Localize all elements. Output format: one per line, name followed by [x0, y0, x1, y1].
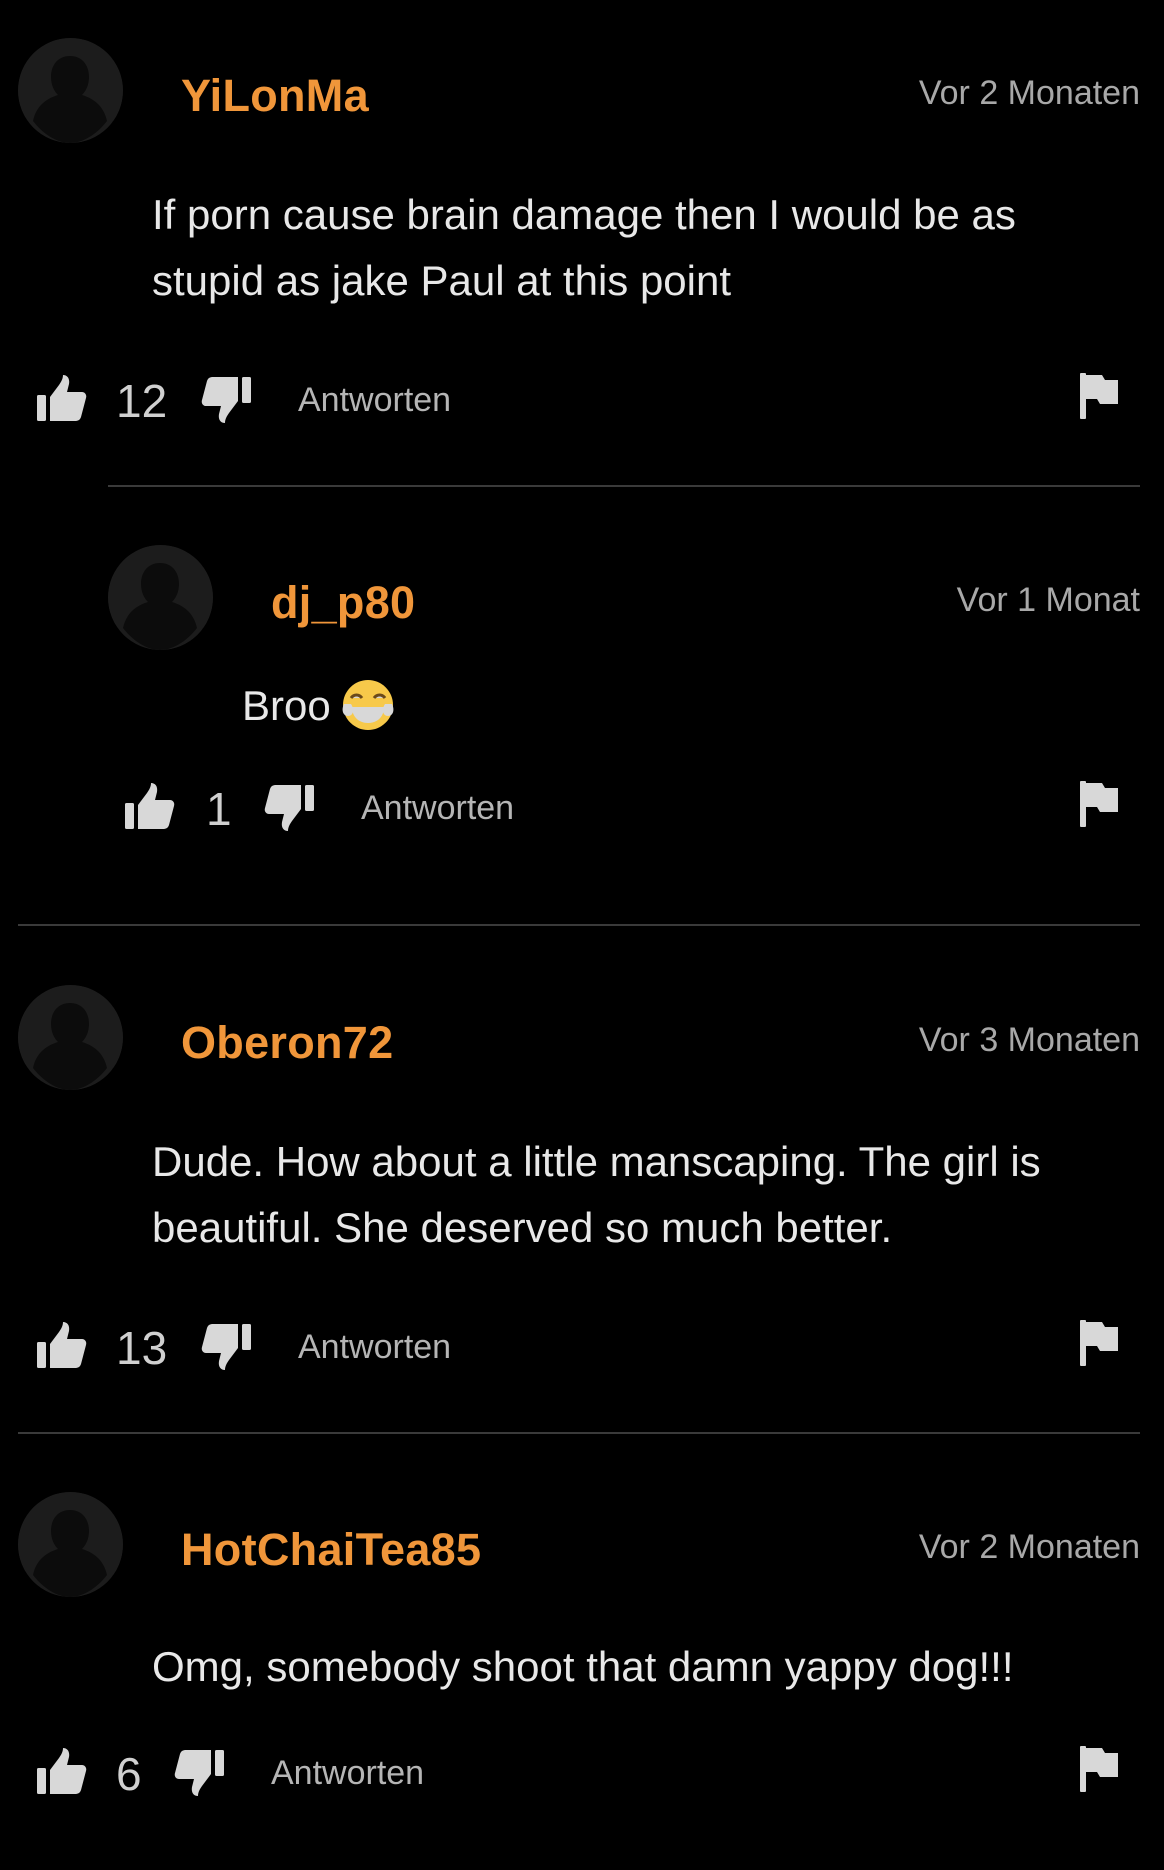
divider: [18, 924, 1140, 926]
thumbs-down-icon[interactable]: [200, 373, 252, 425]
timestamp: Vor 2 Monaten: [918, 1528, 1140, 1566]
comment-text: Dude. How about a little manscaping. The…: [152, 1138, 1041, 1251]
comment-header: Oberon72 Vor 3 Monaten: [18, 985, 1140, 1093]
divider: [18, 1432, 1140, 1434]
reply-button[interactable]: Antworten: [271, 1754, 424, 1793]
flag-icon[interactable]: [1078, 1744, 1120, 1794]
flag-icon[interactable]: [1078, 371, 1120, 421]
timestamp: Vor 3 Monaten: [918, 1021, 1140, 1059]
thumbs-down-icon[interactable]: [263, 781, 315, 833]
avatar-placeholder-icon[interactable]: [18, 985, 123, 1090]
like-count: 12: [116, 375, 168, 427]
flag-icon[interactable]: [1078, 779, 1120, 829]
divider: [108, 485, 1140, 487]
reply-button[interactable]: Antworten: [298, 1328, 451, 1367]
like-count: 13: [116, 1322, 168, 1374]
reply-comment: dj_p80 Vor 1 Monat Broo 1 Antworten: [108, 545, 1140, 837]
username[interactable]: Oberon72: [181, 1017, 393, 1069]
reply-button[interactable]: Antworten: [361, 789, 514, 828]
comment: HotChaiTea85 Vor 2 Monaten Omg, somebody…: [18, 1492, 1140, 1802]
thumbs-up-icon[interactable]: [124, 781, 176, 833]
comment-text-content: Broo: [242, 682, 331, 729]
thumbs-up-icon[interactable]: [36, 1320, 88, 1372]
comment-actions: 13 Antworten: [18, 1316, 1140, 1376]
avatar-placeholder-icon[interactable]: [18, 1492, 123, 1597]
face-with-tears-of-joy-emoji: [342, 680, 394, 730]
username[interactable]: HotChaiTea85: [181, 1524, 481, 1576]
thumbs-down-icon[interactable]: [200, 1320, 252, 1372]
reply-button[interactable]: Antworten: [298, 381, 451, 420]
avatar-placeholder-icon[interactable]: [18, 38, 123, 143]
thumbs-up-icon[interactable]: [36, 1746, 88, 1798]
comment-text: Omg, somebody shoot that damn yappy dog!…: [152, 1643, 1014, 1690]
comment-text: Broo: [242, 673, 1140, 739]
comment: YiLonMa Vor 2 Monaten If porn cause brai…: [18, 38, 1140, 429]
flag-icon[interactable]: [1078, 1318, 1120, 1368]
timestamp: Vor 2 Monaten: [918, 74, 1140, 112]
comment-text: If porn cause brain damage then I would …: [152, 191, 1016, 304]
username[interactable]: dj_p80: [271, 577, 415, 629]
comment-actions: 1 Antworten: [108, 777, 1140, 837]
username[interactable]: YiLonMa: [181, 70, 369, 122]
like-count: 1: [206, 783, 232, 835]
comment: Oberon72 Vor 3 Monaten Dude. How about a…: [18, 985, 1140, 1376]
thumbs-up-icon[interactable]: [36, 373, 88, 425]
comment-header: YiLonMa Vor 2 Monaten: [18, 38, 1140, 146]
timestamp: Vor 1 Monat: [956, 581, 1140, 619]
comment-actions: 12 Antworten: [18, 369, 1140, 429]
comment-header: dj_p80 Vor 1 Monat: [108, 545, 1140, 653]
comment-actions: 6 Antworten: [18, 1742, 1140, 1802]
like-count: 6: [116, 1748, 142, 1800]
comment-header: HotChaiTea85 Vor 2 Monaten: [18, 1492, 1140, 1600]
avatar-placeholder-icon[interactable]: [108, 545, 213, 650]
thumbs-down-icon[interactable]: [173, 1746, 225, 1798]
